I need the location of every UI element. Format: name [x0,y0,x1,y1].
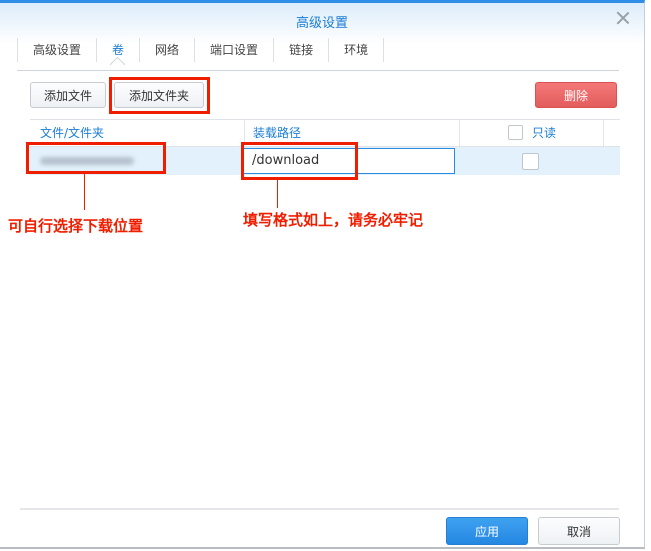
delete-button[interactable]: 删除 [535,82,617,108]
tab-divider [17,70,619,71]
highlight-add-folder [109,77,210,114]
tab-volume[interactable]: 卷 [96,38,139,62]
apply-button[interactable]: 应用 [446,517,528,545]
tab-bar: 高级设置 卷 网络 端口设置 链接 环境 [17,38,385,68]
column-divider [459,120,460,146]
column-divider [603,120,604,146]
footer-divider [20,508,619,510]
annotation-note-left: 可自行选择下载位置 [8,217,144,235]
annotation-note-right: 填写格式如上，请务必牢记 [243,211,424,229]
annotation-line-left [84,174,85,210]
readonly-checkbox[interactable] [522,153,539,170]
annotation-line-right [277,180,278,208]
tab-network[interactable]: 网络 [139,38,194,62]
dialog-header: 高级设置 高级设置 卷 网络 端口设置 链接 环境 [0,3,644,71]
tab-advanced-settings[interactable]: 高级设置 [17,38,96,62]
dialog-title: 高级设置 [295,16,348,31]
cancel-button[interactable]: 取消 [538,517,620,545]
tab-environment[interactable]: 环境 [328,38,385,62]
close-icon[interactable] [614,9,632,27]
readonly-select-all-checkbox[interactable] [508,125,523,140]
highlight-mount-path [241,142,358,180]
add-file-button[interactable]: 添加文件 [30,82,106,108]
column-header-readonly[interactable]: 只读 [532,120,556,146]
highlight-file-folder [26,142,166,174]
tab-port-settings[interactable]: 端口设置 [194,38,273,62]
advanced-settings-dialog: 高级设置 高级设置 卷 网络 端口设置 链接 环境 添加文件 添加文件夹 删除 … [0,0,645,549]
tab-links[interactable]: 链接 [273,38,328,62]
